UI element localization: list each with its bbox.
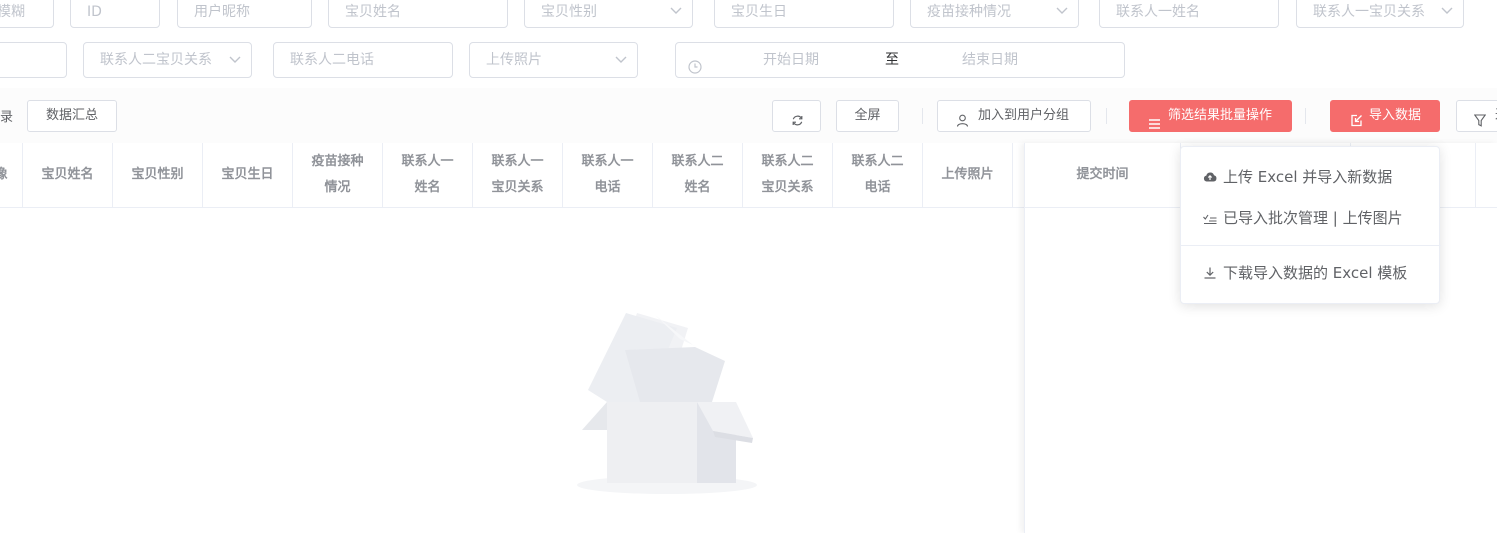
date-range-separator: 至	[885, 52, 899, 68]
filter-contact2-relation-placeholder: 联系人二宝贝关系	[100, 52, 212, 68]
filter-baby-birthday-input[interactable]: 宝贝生日	[714, 0, 894, 28]
column-header-contact1-phone[interactable]: 联系人一 电话	[563, 143, 653, 207]
column-header-cell	[1476, 143, 1497, 208]
filter-baby-gender-select[interactable]: 宝贝性别	[524, 0, 693, 28]
download-icon	[1203, 254, 1219, 294]
filter-vaccine-select[interactable]: 疫苗接种情况	[910, 0, 1079, 28]
column-header-contact2-relation[interactable]: 联系人二 宝贝关系	[743, 143, 833, 207]
filter-fuzzy-placeholder: 模糊	[0, 4, 25, 20]
filter-contact1-name-placeholder: 联系人一姓名	[1116, 4, 1200, 20]
filter-contact1-relation-placeholder: 联系人一宝贝关系	[1313, 4, 1425, 20]
menu-item-batch-management-label: 已导入批次管理 | 上传图片	[1223, 209, 1403, 227]
data-summary-button[interactable]: 数据汇总	[27, 100, 117, 132]
chevron-down-icon	[615, 43, 627, 77]
fullscreen-button[interactable]: 全屏	[836, 100, 899, 132]
clock-icon	[688, 53, 702, 74]
filter-contact2-relation-select[interactable]: 联系人二宝贝关系	[83, 42, 252, 78]
filter-contact1-relation-select[interactable]: 联系人一宝贝关系	[1296, 0, 1464, 28]
import-icon	[1350, 109, 1363, 127]
toolbar-divider	[1305, 108, 1306, 124]
toolbar-left-text: 录	[0, 110, 14, 125]
filter-contact2-phone-input[interactable]: 联系人二电话	[273, 42, 453, 78]
chevron-down-icon	[1056, 0, 1068, 27]
menu-item-download-template[interactable]: 下载导入数据的 Excel 模板	[1181, 253, 1441, 293]
filter-baby-gender-placeholder: 宝贝性别	[541, 4, 597, 20]
chevron-down-icon	[670, 0, 682, 27]
filter-id-placeholder: ID	[87, 4, 102, 20]
column-header-avatar[interactable]: 像	[0, 143, 23, 207]
filter-baby-name-input[interactable]: 宝贝姓名	[328, 0, 508, 28]
chevron-down-icon	[229, 43, 241, 77]
filter-baby-birthday-placeholder: 宝贝生日	[731, 4, 787, 20]
batch-operation-button[interactable]: 筛选结果批量操作	[1129, 100, 1292, 132]
cloud-upload-icon	[1203, 158, 1219, 198]
column-header-vaccine[interactable]: 疫苗接种 情况	[293, 143, 383, 207]
add-to-user-group-button[interactable]: 加入到用户分组	[937, 100, 1091, 132]
filter-button[interactable]: 过	[1456, 100, 1497, 132]
filter-baby-name-placeholder: 宝贝姓名	[345, 4, 401, 20]
menu-item-upload-excel[interactable]: 上传 Excel 并导入新数据	[1181, 157, 1441, 197]
filter-icon	[1473, 109, 1487, 127]
import-data-label: 导入数据	[1369, 108, 1422, 123]
filter-fuzzy-input[interactable]: 模糊	[0, 0, 54, 28]
toolbar-divider	[922, 108, 923, 124]
filter-date-range[interactable]: 开始日期 至 结束日期	[675, 42, 1125, 78]
column-header-contact2-phone[interactable]: 联系人二 电话	[833, 143, 923, 207]
filter-contact1-name-input[interactable]: 联系人一姓名	[1099, 0, 1279, 28]
filter-photo-select[interactable]: 上传照片	[469, 42, 638, 78]
filter-contact2-phone-placeholder: 联系人二电话	[290, 52, 374, 68]
menu-item-batch-management[interactable]: 已导入批次管理 | 上传图片	[1181, 198, 1441, 238]
date-end-placeholder[interactable]: 结束日期	[962, 43, 1018, 77]
filter-id-input[interactable]: ID	[70, 0, 160, 28]
toolbar-divider	[1106, 108, 1107, 124]
import-data-dropdown-menu: 上传 Excel 并导入新数据 已导入批次管理 | 上传图片 下载导入数据的 E…	[1180, 146, 1441, 304]
refresh-button[interactable]	[772, 100, 821, 132]
batch-operation-label: 筛选结果批量操作	[1168, 108, 1273, 123]
chevron-down-icon	[1441, 0, 1453, 27]
column-header-baby-name[interactable]: 宝贝姓名	[23, 143, 113, 207]
list-check-icon	[1203, 199, 1219, 239]
column-header-baby-birthday[interactable]: 宝贝生日	[203, 143, 293, 207]
refresh-icon	[791, 109, 804, 126]
filter-nickname-input[interactable]: 用户昵称	[177, 0, 312, 28]
filter-photo-placeholder: 上传照片	[486, 52, 542, 68]
menu-item-download-template-label: 下载导入数据的 Excel 模板	[1223, 264, 1408, 282]
column-header-submit-time[interactable]: 提交时间	[1025, 143, 1181, 208]
menu-item-upload-excel-label: 上传 Excel 并导入新数据	[1223, 168, 1393, 186]
column-header-contact2-name[interactable]: 联系人二 姓名	[653, 143, 743, 207]
list-icon	[1149, 111, 1160, 129]
add-to-user-group-label: 加入到用户分组	[978, 108, 1070, 123]
menu-divider	[1181, 245, 1441, 246]
empty-box-icon	[577, 313, 757, 494]
column-header-baby-gender[interactable]: 宝贝性别	[113, 143, 203, 207]
user-icon	[956, 109, 969, 127]
date-start-placeholder[interactable]: 开始日期	[763, 43, 819, 77]
column-header-contact1-name[interactable]: 联系人一 姓名	[383, 143, 473, 207]
filter-contact2-phone-partial-input[interactable]	[0, 42, 67, 78]
column-header-contact1-relation[interactable]: 联系人一 宝贝关系	[473, 143, 563, 207]
column-header-photo[interactable]: 上传照片	[923, 143, 1013, 207]
filter-vaccine-placeholder: 疫苗接种情况	[927, 4, 1011, 20]
filter-nickname-placeholder: 用户昵称	[194, 4, 250, 20]
import-data-button[interactable]: 导入数据	[1330, 100, 1440, 132]
